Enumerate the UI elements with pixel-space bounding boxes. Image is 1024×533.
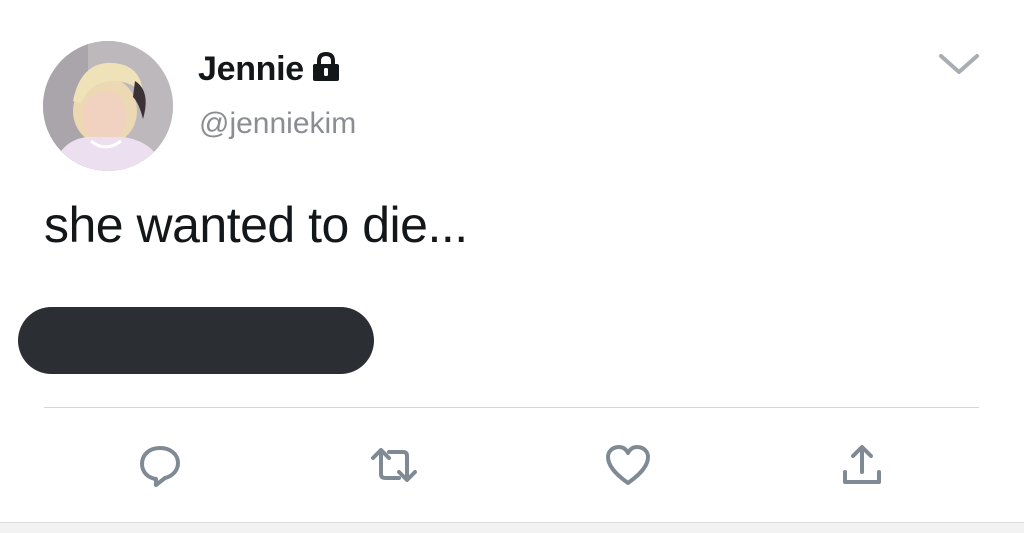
like-button[interactable]: [603, 442, 653, 492]
author-name-row: Jennie: [198, 50, 343, 89]
tweet-card: Jennie @jenniekim she wanted to die...: [0, 0, 1024, 533]
chevron-down-icon[interactable]: [936, 50, 982, 80]
reply-button[interactable]: [135, 442, 185, 492]
retweet-icon: [369, 442, 419, 493]
reply-icon: [137, 442, 183, 493]
avatar-photo: [43, 41, 173, 171]
divider: [44, 407, 979, 408]
avatar[interactable]: [43, 41, 173, 171]
user-handle[interactable]: @jenniekim: [199, 107, 356, 141]
share-icon: [839, 442, 885, 493]
display-name[interactable]: Jennie: [198, 50, 304, 89]
redaction-bar: [18, 307, 374, 374]
lock-icon: [309, 51, 343, 87]
tweet-text: she wanted to die...: [44, 197, 468, 253]
bottom-separator: [0, 522, 1024, 533]
retweet-button[interactable]: [369, 442, 419, 492]
share-button[interactable]: [837, 442, 887, 492]
heart-icon: [604, 443, 652, 492]
